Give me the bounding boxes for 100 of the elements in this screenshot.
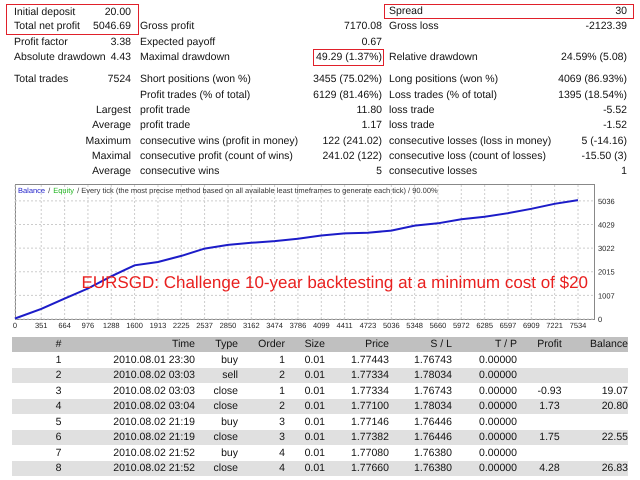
table-cell-text: -0.93 [536,384,562,398]
table-cell-text: 3 [278,416,285,429]
table-cell-text: 0.00000 [478,416,517,429]
table-cell-text: 19.07 [600,384,628,398]
stat-label: Long positions (won %) [389,73,498,86]
stat-value: 7170.08 [343,19,383,34]
stat-value: 241.02 (122) [321,148,383,164]
stat-value: 4069 (86.93%) [558,73,628,86]
stat-value: Maximal [92,150,131,163]
table-cell-text: 1.76380 [413,446,452,460]
table-cell-text: 1 [54,354,62,367]
stat-value: 24.59% (5.08) [561,51,628,64]
table-cell-text: 0.01 [304,369,325,382]
table-cell-text: 0.00000 [478,462,517,476]
stat-label: loss trade [389,119,435,132]
table-cell-text: 2010.08.02 21:52 [112,462,195,476]
table-cell-text: 0.00000 [478,431,517,444]
stat-value: 5 (-14.16) [581,134,628,148]
stat-value: Average [92,119,131,132]
stat-value: 4.43 [110,51,131,64]
table-cell-text: 8 [54,462,62,476]
stat-value: 20.00 [104,6,131,19]
table-cell-text: 1.76380 [413,462,452,476]
table-cell-text: 2010.08.02 21:19 [112,416,195,429]
table-cell-text: 2010.08.01 23:30 [112,354,195,367]
stat-label: consecutive loss (count of losses) [389,150,546,163]
table-cell-text: 1.77080 [350,446,389,460]
table-cell-text: 20.80 [600,400,628,414]
column-header: # [54,338,62,352]
table-cell-text: 22.55 [600,431,628,444]
table-cell-text: 1 [278,384,285,398]
table-cell-text: 1.77334 [350,384,389,398]
table-cell-text: 3 [278,431,285,444]
stat-label: loss trade [389,104,435,117]
table-cell-text: 1.76743 [413,354,452,367]
stat-value: 11.80 [356,102,383,118]
stat-label: Total net profit [14,20,80,33]
table-cell-text: 4 [278,446,285,460]
stat-label: consecutive wins [140,165,220,178]
stat-label: Absolute drawdown [14,51,106,64]
table-cell-text: 2010.08.02 21:52 [112,446,195,460]
column-header: Type [214,338,238,352]
stat-value: 3455 (75.02%) [312,72,383,88]
stat-label: Spread [389,5,423,18]
table-cell-text: 0.01 [304,400,325,414]
stat-label: Profit trades (% of total) [140,88,250,102]
table-cell-text: 1.76743 [413,384,452,398]
table-cell-text: 0.01 [304,354,325,367]
stat-label: consecutive losses (loss in money) [389,134,552,148]
stat-value: Average [92,165,131,178]
stat-value: 30 [615,5,628,18]
stat-label: profit trade [140,119,190,132]
table-cell-text: 0.00000 [478,446,517,460]
column-header: T / P [494,338,517,352]
table-cell-text: 2 [54,369,62,382]
stat-label: consecutive losses [389,165,478,178]
stat-value: 1395 (18.54%) [558,88,628,102]
stat-label: profit trade [140,104,190,117]
table-cell-text: 1.77660 [350,462,389,476]
table-cell-text: 0.01 [304,446,325,460]
table-cell-text: 7 [54,446,62,460]
stat-value: Largest [96,104,131,117]
stat-value: -1.52 [603,119,628,132]
table-cell-text: 1.78034 [413,400,452,414]
table-cell-text: 6 [54,431,62,444]
table-cell-text: 1.77443 [350,354,389,367]
table-cell-text: buy [220,416,238,429]
column-header: Balance [589,338,628,352]
stat-label: Total trades [14,73,68,86]
table-cell-text: 1.77334 [350,369,389,382]
table-cell-text: buy [220,446,238,460]
table-cell-text: 0.00000 [478,400,517,414]
stat-value: 0.67 [360,34,383,50]
table-cell-text: 26.83 [600,462,628,476]
stat-value: 1.17 [360,118,383,134]
table-cell-text: 1.75 [538,431,561,444]
table-cell-text: 2 [278,400,285,414]
table-cell-text: close [212,384,238,398]
table-cell-text: 0.00000 [478,354,517,367]
stat-label: Relative drawdown [389,51,478,64]
stat-label: Expected payoff [140,36,216,49]
table-cell-text: 4 [54,400,62,414]
table-cell-text: 2010.08.02 03:04 [112,400,195,414]
table-cell-text: sell [221,369,238,382]
table-cell-text: 1.77100 [350,400,389,414]
column-header: Profit [536,338,563,352]
table-cell-text: 0.00000 [478,384,517,398]
stat-label: Short positions (won %) [140,73,251,86]
stat-label: consecutive profit (count of wins) [140,150,293,163]
stat-value: -15.50 (3) [581,150,628,163]
table-cell-text: 4.28 [538,462,561,476]
stat-label: Gross profit [140,20,194,34]
table-cell-text: close [212,431,238,444]
table-cell-text: 2 [278,369,285,382]
stat-label: consecutive wins (profit in money) [140,134,298,148]
stat-value: -2123.39 [586,20,628,34]
table-cell-text: 2010.08.02 21:19 [112,431,195,444]
column-header: S / L [429,338,452,352]
table-cell-text: 0.01 [304,416,325,429]
stat-value: Maximum [85,134,131,148]
